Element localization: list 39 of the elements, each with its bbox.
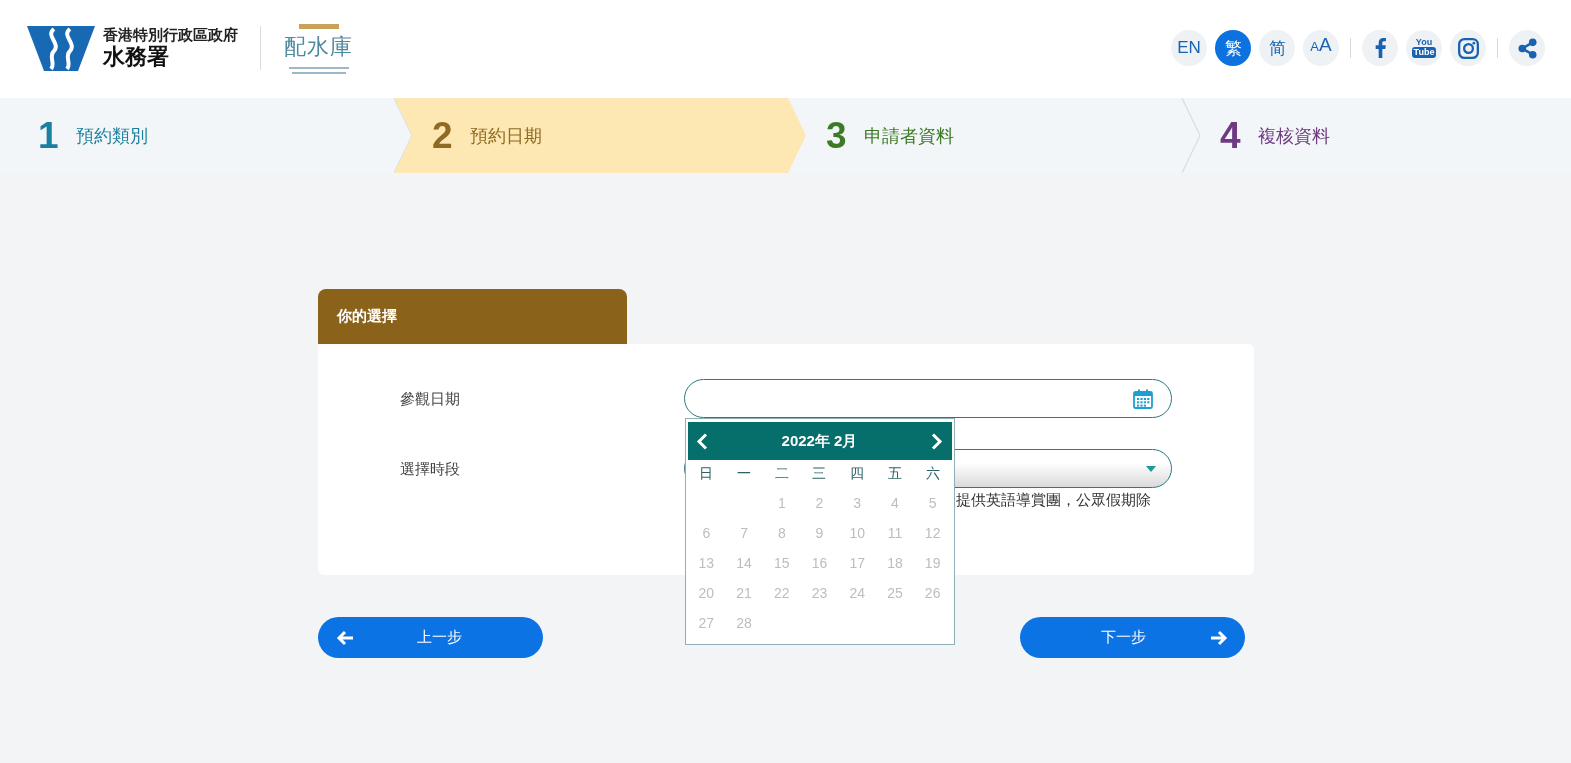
field-label: 選擇時段 — [399, 459, 461, 479]
weekday-label: 三 — [811, 465, 828, 483]
field-note: 提供英語導賞團，公眾假期除 — [955, 491, 1152, 509]
partner-logo: 配水庫 — [282, 21, 355, 75]
language-button[interactable]: EN — [1171, 30, 1207, 66]
next-button[interactable]: 下一步 — [1019, 617, 1245, 658]
field-label: 參觀日期 — [399, 389, 461, 409]
camera-icon — [1457, 37, 1479, 59]
chevron-right-icon — [931, 432, 944, 450]
calendar-title: 2022年 2月 — [781, 431, 858, 451]
calendar-icon — [1132, 388, 1153, 409]
chevron-left-icon — [695, 432, 708, 450]
weekday-label: 六 — [924, 465, 941, 483]
weekday-label: 五 — [886, 465, 903, 483]
social-link[interactable]: You Tube — [1406, 30, 1442, 66]
caret-down-icon — [1145, 465, 1156, 472]
social-link[interactable] — [1362, 30, 1398, 66]
share-icon — [1517, 37, 1537, 59]
arrow-right-icon — [1209, 629, 1228, 646]
weekday-label: 二 — [773, 465, 790, 483]
language-button[interactable]: 简 — [1259, 30, 1295, 66]
progress-step: 2 預約日期 — [394, 98, 806, 173]
org-name: 香港特別行政區政府 — [103, 27, 238, 44]
back-button[interactable]: 上一步 — [317, 617, 543, 658]
social-link[interactable] — [1450, 30, 1486, 66]
language-button[interactable]: 繁 — [1215, 30, 1251, 66]
department-name: 水務署 — [103, 44, 170, 69]
facebook-icon — [1374, 38, 1386, 58]
panel-title: 你的選擇 — [317, 289, 627, 344]
weekday-label: 日 — [698, 465, 715, 483]
date-field[interactable] — [683, 379, 1172, 418]
share-button[interactable] — [1509, 30, 1545, 66]
font-size-button[interactable]: AA — [1303, 30, 1339, 66]
weekday-label: 一 — [736, 465, 753, 483]
prev-month-button[interactable] — [695, 432, 708, 450]
arrow-left-icon — [335, 629, 354, 646]
weekday-label: 四 — [849, 465, 866, 483]
logo-icon — [27, 25, 95, 71]
next-month-button[interactable] — [931, 432, 944, 450]
